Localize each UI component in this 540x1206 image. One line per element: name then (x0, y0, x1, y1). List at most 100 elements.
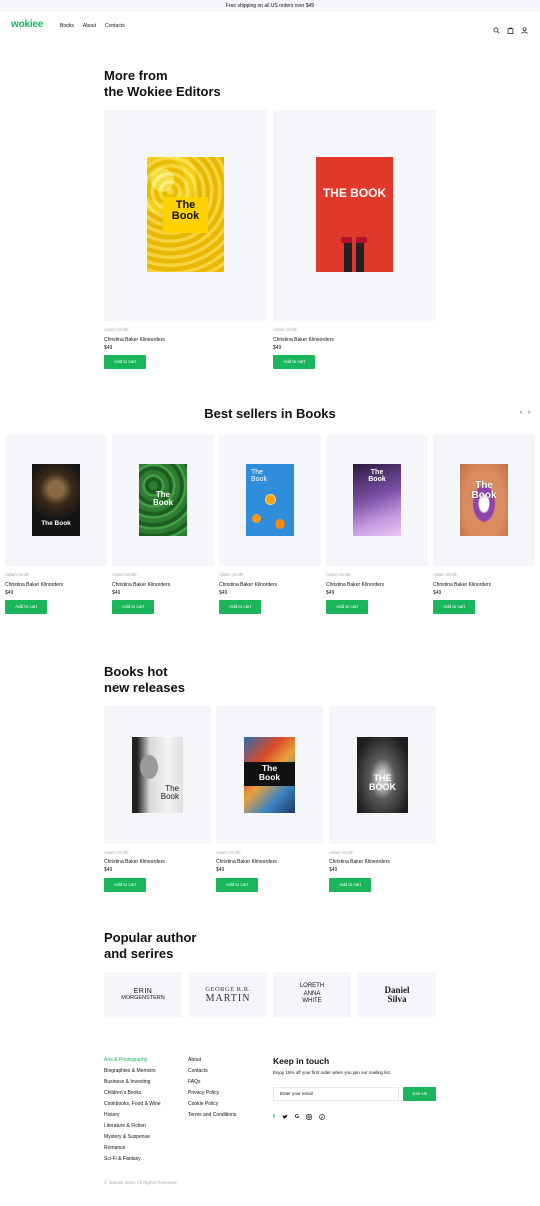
nav-about[interactable]: About (83, 23, 96, 29)
footer-category-link[interactable]: Cookbooks, Food & Wine (104, 1099, 161, 1110)
product-card-image[interactable]: The Book (219, 435, 321, 566)
footer-category-link[interactable]: Mystery & Suspense (104, 1132, 161, 1143)
author-logo-silva[interactable]: Daniel Silva (358, 972, 436, 1017)
product-title[interactable]: Christina Baker Klineorders (104, 337, 165, 343)
footer-link[interactable]: Privacy Policy (188, 1088, 236, 1099)
email-input[interactable]: Enter your email (273, 1087, 399, 1101)
product-author: Adam Smith (219, 572, 244, 577)
add-to-cart-button[interactable]: Add to cart (219, 600, 261, 614)
product-author: Adam Smith (326, 572, 351, 577)
add-to-cart-button[interactable]: Add to cart (329, 878, 371, 892)
logo[interactable]: wokiee (11, 19, 43, 30)
search-icon[interactable] (493, 21, 500, 34)
pinterest-icon[interactable] (319, 1114, 325, 1122)
add-to-cart-button[interactable]: Add to cart (433, 600, 475, 614)
footer-category-link[interactable]: Biographies & Memoirs (104, 1066, 161, 1077)
nav-contacts[interactable]: Contacts (105, 23, 125, 29)
book-cover: The Book (246, 464, 294, 536)
cover-title: The Book (368, 469, 386, 483)
cover-title: The Book (153, 490, 173, 507)
nav-books[interactable]: Books (60, 23, 74, 29)
cover-title: THE BOOK (322, 186, 387, 200)
footer-link[interactable]: Terms and Conditions (188, 1110, 236, 1121)
footer-category-link[interactable]: History (104, 1110, 161, 1121)
add-to-cart-button[interactable]: Add to cart (273, 355, 315, 369)
product-title[interactable]: Christina Baker Klinorders (112, 582, 170, 588)
product-title[interactable]: Christina Baker Klineorders (329, 859, 390, 865)
author-logo-erin[interactable]: ERIN MORGENSTERN (104, 972, 182, 1017)
product-card-image[interactable]: The Book (216, 706, 323, 844)
new-releases-title-line2: new releases (104, 680, 185, 695)
product-price: $49 (329, 867, 338, 873)
book-cover: The Book (353, 464, 401, 536)
footer-category-link[interactable]: Business & Investing (104, 1077, 161, 1088)
add-to-cart-button[interactable]: Add to cart (326, 600, 368, 614)
product-card-image[interactable]: The Book (5, 435, 107, 566)
twitter-icon[interactable] (282, 1114, 288, 1122)
facebook-icon[interactable]: f (273, 1114, 275, 1122)
google-icon[interactable]: G (295, 1114, 299, 1122)
footer-categories: Arts & Photography Biographies & Memoirs… (104, 1055, 161, 1165)
product-card-image[interactable]: The Book (433, 435, 535, 566)
product-author: Adam Smith (104, 850, 129, 855)
add-to-cart-button[interactable]: Add to cart (5, 600, 47, 614)
product-title[interactable]: Christina Baker Klineorders (216, 859, 277, 865)
header-icons (493, 21, 528, 34)
author-name-line: MARTIN (205, 992, 251, 1004)
footer-link[interactable]: FAQs (188, 1077, 236, 1088)
author-logo-martin[interactable]: GEORGE R.R. MARTIN (189, 972, 267, 1017)
footer-link[interactable]: Contacts (188, 1066, 236, 1077)
product-title[interactable]: Christina Baker Klineorders (104, 859, 165, 865)
join-button[interactable]: Join Us (403, 1087, 436, 1101)
shipping-banner: Free shipping on all US orders over $49 (0, 0, 540, 12)
cover-title: The Book (160, 784, 179, 801)
author-name-line: GEORGE R.R. (205, 985, 251, 993)
product-author: Adam Smith (5, 572, 30, 577)
product-author: Adam Smith (104, 327, 129, 332)
add-to-cart-button[interactable]: Add to cart (104, 878, 146, 892)
product-card-image[interactable]: THE BOOK (273, 110, 436, 321)
product-title[interactable]: Christina Baker Klinorders (433, 582, 491, 588)
product-title[interactable]: Christina Baker Klinorders (5, 582, 63, 588)
product-price: $49 (216, 867, 225, 873)
footer-category-link[interactable]: Children's Books (104, 1088, 161, 1099)
add-to-cart-button[interactable]: Add to cart (112, 600, 154, 614)
footer-category-link[interactable]: Romance (104, 1143, 161, 1154)
product-title[interactable]: Christina Baker Klinorders (219, 582, 277, 588)
footer-link[interactable]: About (188, 1055, 236, 1066)
footer-category-link[interactable]: Literature & Fiction (104, 1121, 161, 1132)
product-title[interactable]: Christina Baker Klineorders (273, 337, 334, 343)
bag-icon[interactable] (507, 21, 514, 34)
product-author: Adam Smith (433, 572, 458, 577)
footer-link[interactable]: Cookie Policy (188, 1099, 236, 1110)
product-title[interactable]: Christina Baker Klinorders (326, 582, 384, 588)
footer-category-link[interactable]: Arts & Photography (104, 1055, 161, 1066)
cover-title: The Book (41, 520, 71, 527)
book-cover: The Book (139, 464, 187, 536)
product-card-image[interactable]: The Book (326, 435, 428, 566)
book-cover: The Book (147, 157, 224, 272)
product-card-image[interactable]: The Book (112, 435, 214, 566)
product-card-image[interactable]: The Book (104, 706, 211, 844)
authors-title: Popular author and serires (104, 930, 196, 962)
cover-title: The Book (171, 199, 200, 222)
footer-category-link[interactable]: Sci-Fi & Fantasy (104, 1154, 161, 1165)
product-author: Adam Smith (216, 850, 241, 855)
book-cover: The Book (32, 464, 80, 536)
social-links: f G (273, 1114, 325, 1122)
chevron-left-icon[interactable]: ‹ (520, 410, 522, 416)
author-name-line: MORGENSTERN (121, 995, 165, 1001)
add-to-cart-button[interactable]: Add to cart (216, 878, 258, 892)
chevron-right-icon[interactable]: › (528, 410, 530, 416)
site-header: wokiee Books About Contacts (0, 12, 540, 40)
instagram-icon[interactable] (306, 1114, 312, 1122)
product-price: $49 (104, 345, 113, 351)
user-icon[interactable] (521, 21, 528, 34)
product-card-image[interactable]: The Book (104, 110, 267, 321)
product-price: $49 (5, 590, 14, 596)
editors-title: More from the Wokiee Editors (104, 68, 221, 100)
author-logo-loreth[interactable]: LORETH ANNA WHITE (273, 972, 351, 1017)
add-to-cart-button[interactable]: Add to cart (104, 355, 146, 369)
book-cover: THE BOOK (316, 157, 393, 272)
product-card-image[interactable]: THE BOOK (329, 706, 436, 844)
